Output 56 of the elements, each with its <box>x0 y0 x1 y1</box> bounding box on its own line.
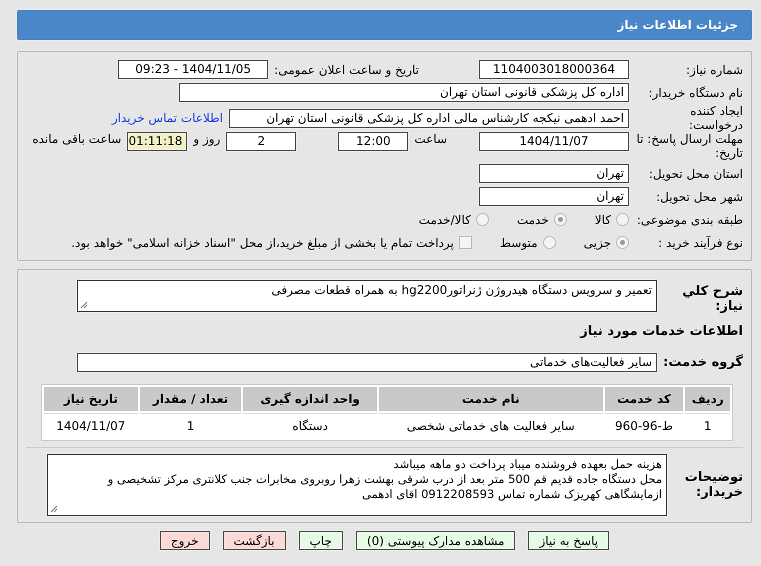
action-button[interactable]: پاسخ به نیاز <box>528 531 610 550</box>
creator-field: احمد ادهمی نیکجه کارشناس مالی اداره کل پزشکی قانونی استان تهران <box>229 108 629 128</box>
radio-button[interactable] <box>554 213 567 226</box>
checkbox[interactable] <box>458 236 472 249</box>
service-group-field: سایر فعالیت‌های خدماتی <box>77 353 657 372</box>
field-label: روز و <box>193 132 220 146</box>
field-label: شماره نیاز: <box>685 62 743 76</box>
field-label: ساعت باقی مانده <box>32 132 122 146</box>
option-label: کالا/خدمت <box>418 212 471 226</box>
radio-button[interactable] <box>476 213 489 226</box>
option-label: خدمت <box>516 212 549 226</box>
action-button[interactable]: خروج <box>160 531 210 550</box>
field-label: شهر محل تحویل: <box>655 190 743 204</box>
action-button[interactable]: مشاهده مدارک پیوستی (0) <box>356 531 516 550</box>
deadline-time-field: 12:00 <box>338 132 408 151</box>
field-label: ایجاد کننده درخواست: <box>688 104 743 132</box>
column-header: واحد اندازه گیری <box>243 387 377 411</box>
radio-button[interactable] <box>616 213 629 226</box>
remaining-time-field: 01:11:18 <box>127 132 188 151</box>
field-label: مهلت ارسال پاسخ: تا تاریخ: <box>635 132 743 160</box>
page-title: جزئیات اطلاعات نیاز <box>17 10 752 40</box>
resize-grip-icon[interactable] <box>50 505 58 513</box>
field-label: استان محل تحویل: <box>648 166 743 180</box>
option-label: کالا <box>594 212 611 226</box>
field-label: طبقه بندی موضوعی: <box>636 212 743 226</box>
field-label: ساعت <box>414 132 447 146</box>
announce-date-field: 1404/11/05 - 09:23 <box>118 60 268 79</box>
province-field: تهران <box>479 164 629 183</box>
field-label: نوع فرآیند خرید : <box>657 236 743 250</box>
radio-button[interactable] <box>616 236 629 249</box>
city-field: تهران <box>479 187 629 206</box>
field-label: شرح کلي نياز: <box>681 283 743 314</box>
buyer-field: اداره کل پزشکی قانونی استان تهران <box>179 83 629 102</box>
action-button[interactable]: چاپ <box>298 531 343 550</box>
column-header: ردیف <box>685 387 730 411</box>
field-label: توضیحات خریدار: <box>684 470 743 500</box>
option-label: جزیی <box>584 236 611 250</box>
column-header: تاریخ نیاز <box>44 387 138 411</box>
field-label: تاریخ و ساعت اعلان عمومی: <box>274 62 419 76</box>
action-button[interactable]: بازگشت <box>222 531 286 550</box>
field-label: نام دستگاه خریدار: <box>648 86 743 100</box>
buyer-notes-field: هزینه حمل بعهده فروشنده میباد پرداخت دو ماهه میباشد محل دستگاه جاده قدیم قم 500 متر بعد از درب شرقی بهشت زهرا روبروی مخابرات جنب کلانتری مرکز تشخیصی و ازمایشگاهی کهریزک شماره تماس 0912208593 اقای ادهمی <box>47 454 667 516</box>
section-heading: اطلاعات خدمات مورد نیاز <box>580 324 743 339</box>
column-header: نام خدمت <box>378 387 603 411</box>
radio-button[interactable] <box>542 236 556 249</box>
contact-link[interactable]: اطلاعات تماس خریدار <box>112 111 223 125</box>
option-label: پرداخت تمام یا بخشی از مبلغ خرید،از محل "اسناد خزانه اسلامی" خواهد بود. <box>71 236 454 250</box>
column-header: کد خدمت <box>604 387 684 411</box>
field-label: گروه خدمت: <box>663 355 743 370</box>
deadline-date-field: 1404/11/07 <box>479 132 629 151</box>
days-field: 2 <box>226 132 296 151</box>
resize-grip-icon[interactable] <box>80 301 88 309</box>
option-label: متوسط <box>500 236 538 250</box>
need-number-field: 1104003018000364 <box>479 60 629 79</box>
column-header: تعداد / مقدار <box>140 387 242 411</box>
summary-field: تعمیر و سرویس دستگاه هیدروژن ژنراتورhg2200 به همراه قطعات مصرفی <box>77 280 657 312</box>
